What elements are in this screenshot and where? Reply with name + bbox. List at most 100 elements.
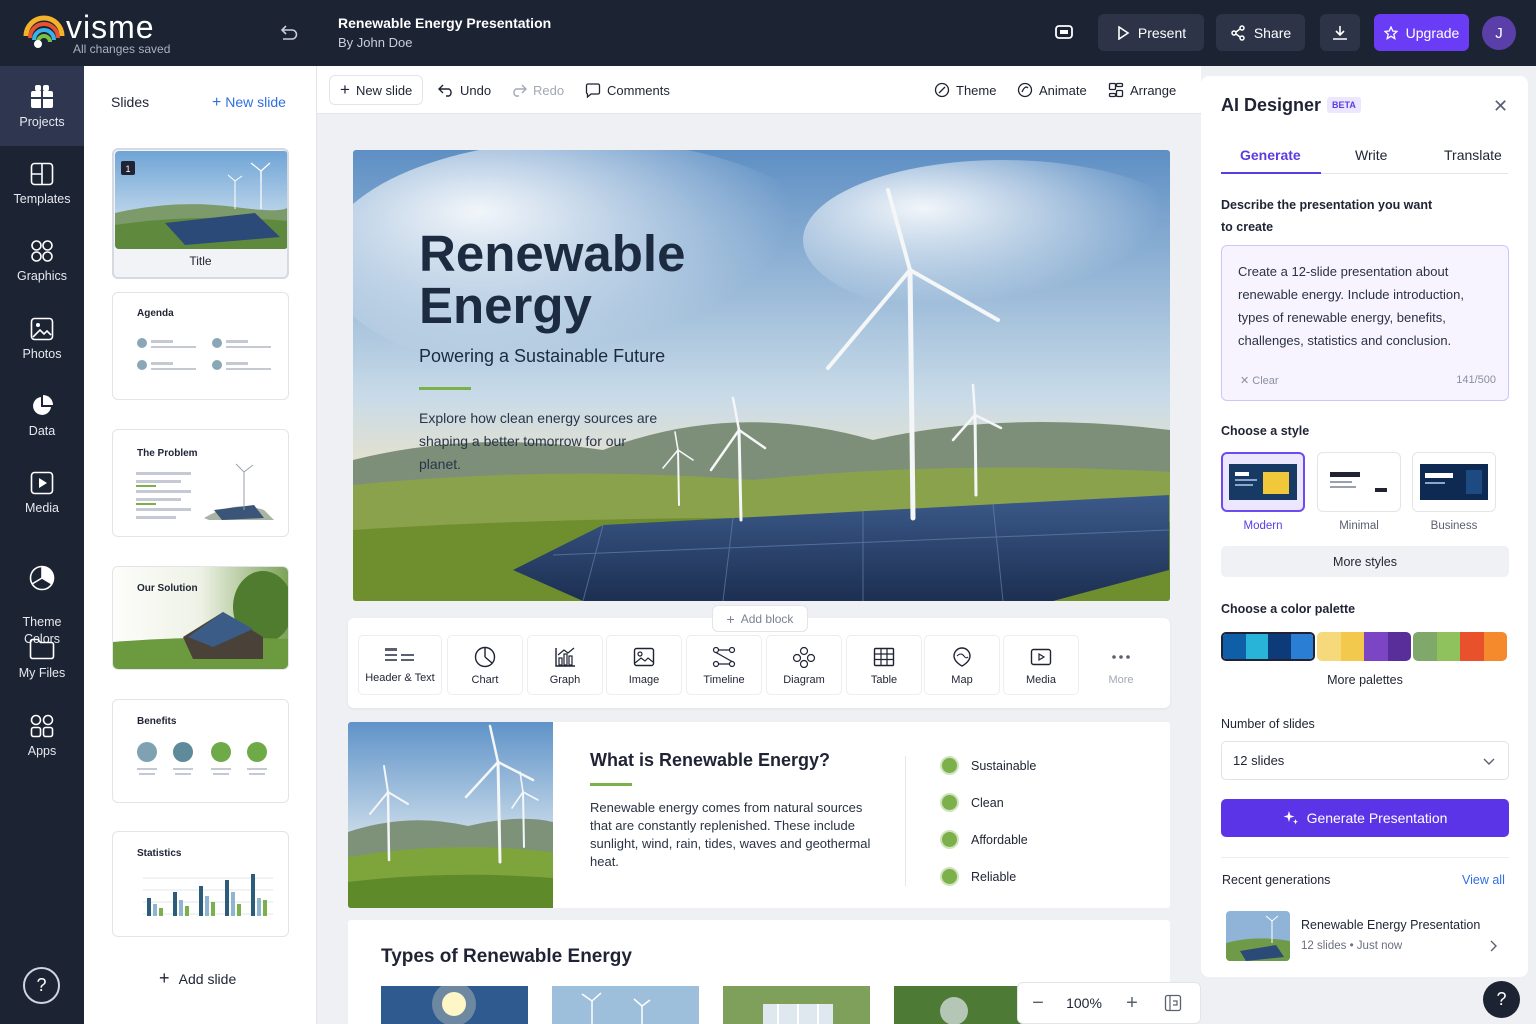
palette-option-2[interactable] xyxy=(1317,632,1411,661)
visme-logo[interactable]: visme All changes saved xyxy=(22,11,170,56)
palette-label: Choose a color palette xyxy=(1221,602,1356,616)
nav-item-media[interactable]: Media xyxy=(0,471,84,515)
hero-slide[interactable]: Renewable Energy Powering a Sustainable … xyxy=(353,150,1170,601)
palette-option-3[interactable] xyxy=(1413,632,1507,661)
theme-label: Theme xyxy=(956,82,997,98)
feature-item[interactable]: Affordable xyxy=(940,830,1028,849)
document-title[interactable]: Renewable Energy Presentation xyxy=(338,15,551,31)
slide-thumbnail-3[interactable]: The Problem xyxy=(112,429,289,537)
nav-label: Templates xyxy=(13,192,71,206)
theme-button[interactable]: Theme xyxy=(934,75,996,105)
block-timeline[interactable]: Timeline xyxy=(686,635,762,695)
section-body[interactable]: Renewable energy comes from natural sour… xyxy=(590,799,880,871)
num-slides-select[interactable]: 12 slides xyxy=(1221,741,1509,780)
hero-subtitle[interactable]: Powering a Sustainable Future xyxy=(419,346,665,367)
tab-translate[interactable]: Translate xyxy=(1444,147,1502,163)
ai-designer-card: AI Designer BETA ✕ Generate Write Transl… xyxy=(1201,76,1528,977)
animate-button[interactable]: Animate xyxy=(1017,75,1087,105)
block-media[interactable]: Media xyxy=(1003,635,1079,695)
style-option-modern[interactable]: Modern xyxy=(1221,452,1305,532)
nav-item-my-files[interactable]: My Files xyxy=(0,638,84,680)
style-preview xyxy=(1221,452,1305,512)
help-chat-button[interactable]: ? xyxy=(1483,981,1520,1018)
comments-button[interactable]: Comments xyxy=(585,75,670,105)
block-label: Diagram xyxy=(783,674,825,686)
add-block-button[interactable]: + Add block xyxy=(712,605,808,632)
zoom-in-button[interactable]: + xyxy=(1110,992,1154,1015)
nav-item-graphics[interactable]: Graphics xyxy=(0,239,84,283)
block-image[interactable]: Image xyxy=(606,635,682,695)
block-map[interactable]: Map xyxy=(924,635,1000,695)
close-icon[interactable]: ✕ xyxy=(1493,96,1508,117)
prompt-textarea[interactable]: Create a 12-slide presentation about ren… xyxy=(1221,245,1509,401)
redo-icon xyxy=(513,84,527,97)
save-status: All changes saved xyxy=(73,42,171,56)
slide-thumbnail-5[interactable]: Benefits xyxy=(112,699,289,803)
slide-thumbnail-6[interactable]: Statistics xyxy=(112,831,289,937)
download-button[interactable] xyxy=(1320,14,1360,51)
history-icon[interactable] xyxy=(277,22,299,44)
section-title[interactable]: Types of Renewable Energy xyxy=(381,946,632,968)
help-button[interactable]: ? xyxy=(23,967,60,1004)
nav-item-apps[interactable]: Apps xyxy=(0,714,84,758)
block-graph[interactable]: Graph xyxy=(527,635,603,695)
feature-item[interactable]: Clean xyxy=(940,793,1004,812)
arrange-button[interactable]: Arrange xyxy=(1108,75,1176,105)
more-styles-button[interactable]: More styles xyxy=(1221,546,1509,577)
clear-prompt-button[interactable]: ✕ Clear xyxy=(1240,374,1279,387)
recent-title: Renewable Energy Presentation xyxy=(1301,918,1481,932)
more-palettes-button[interactable]: More palettes xyxy=(1221,673,1509,687)
zoom-level[interactable]: 100% xyxy=(1058,995,1110,1011)
present-label: Present xyxy=(1137,24,1187,41)
toolbar-new-slide-button[interactable]: + New slide xyxy=(329,75,424,105)
block-diagram[interactable]: Diagram xyxy=(766,635,842,695)
feature-label: Sustainable xyxy=(971,758,1037,773)
nav-item-photos[interactable]: Photos xyxy=(0,317,84,361)
tab-generate[interactable]: Generate xyxy=(1240,147,1301,163)
left-navigation: Projects Templates Graphics Photos Data … xyxy=(0,66,84,1024)
block-header-text[interactable]: Header & Text xyxy=(358,635,442,695)
feature-item[interactable]: Sustainable xyxy=(940,756,1036,775)
block-more[interactable]: More xyxy=(1083,635,1159,695)
feature-item[interactable]: Reliable xyxy=(940,867,1016,886)
section-title[interactable]: What is Renewable Energy? xyxy=(590,750,830,771)
timeline-icon xyxy=(712,646,736,668)
nav-item-data[interactable]: Data xyxy=(0,394,84,438)
fit-screen-button[interactable] xyxy=(1154,994,1192,1012)
present-button[interactable]: Present xyxy=(1098,14,1204,51)
block-table[interactable]: Table xyxy=(846,635,922,695)
slide-thumbnail-2[interactable]: Agenda xyxy=(112,292,289,400)
block-chart[interactable]: Chart xyxy=(447,635,523,695)
sparkle-icon xyxy=(1283,811,1298,825)
tab-write[interactable]: Write xyxy=(1355,147,1387,163)
palette-option-1[interactable] xyxy=(1221,632,1315,661)
user-avatar[interactable]: J xyxy=(1482,16,1516,50)
theme-colors-icon xyxy=(29,565,55,591)
zoom-out-button[interactable]: − xyxy=(1018,992,1058,1015)
hero-body-text[interactable]: Explore how clean energy sources are sha… xyxy=(419,407,659,476)
nav-item-templates[interactable]: Templates xyxy=(0,162,84,206)
new-slide-link[interactable]: + New slide xyxy=(212,94,286,112)
view-all-link[interactable]: View all xyxy=(1462,873,1505,887)
nav-item-theme-colors[interactable]: Theme Colors xyxy=(0,548,84,648)
comments-toggle-button[interactable] xyxy=(1045,14,1083,51)
plus-icon: + xyxy=(212,94,222,111)
add-slide-button[interactable]: + Add slide xyxy=(159,968,236,989)
generate-presentation-button[interactable]: Generate Presentation xyxy=(1221,799,1509,837)
diagram-icon xyxy=(792,646,816,668)
slide-thumbnail-1[interactable]: 1 Title xyxy=(112,148,289,279)
leaf-icon xyxy=(940,756,959,775)
content-section-what-is[interactable]: What is Renewable Energy? Renewable ener… xyxy=(348,722,1170,908)
hero-title-line: Renewable xyxy=(419,225,686,282)
share-button[interactable]: Share xyxy=(1216,14,1305,51)
redo-button[interactable]: Redo xyxy=(511,75,564,105)
hero-title[interactable]: Renewable Energy xyxy=(419,228,685,332)
undo-button[interactable]: Undo xyxy=(438,75,491,105)
nav-item-projects[interactable]: Projects xyxy=(0,66,84,146)
style-option-business[interactable]: Business xyxy=(1412,452,1496,532)
slide-thumbnail-4[interactable]: Our Solution xyxy=(112,566,289,670)
redo-label: Redo xyxy=(533,82,565,98)
style-option-minimal[interactable]: Minimal xyxy=(1317,452,1401,532)
block-label: Map xyxy=(951,674,973,686)
upgrade-button[interactable]: Upgrade xyxy=(1374,14,1469,51)
